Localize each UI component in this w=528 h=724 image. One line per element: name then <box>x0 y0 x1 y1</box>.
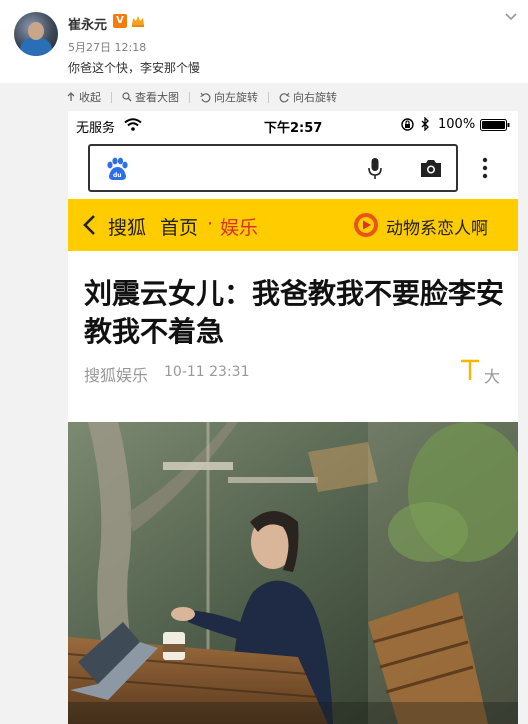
nav-sohu-link[interactable]: 搜狐 <box>108 213 146 240</box>
collapse-icon <box>67 92 75 101</box>
battery-icon <box>480 119 510 131</box>
rotate-right-icon <box>279 92 290 102</box>
nav-home-link[interactable]: 首页 <box>160 213 198 240</box>
rotate-right-label: 向右旋转 <box>293 91 337 104</box>
article-photo[interactable] <box>68 422 518 724</box>
microphone-icon[interactable] <box>368 157 382 181</box>
username[interactable]: 崔永元 <box>68 14 107 33</box>
zoom-icon <box>122 92 132 102</box>
rotate-left-icon <box>200 92 211 102</box>
view-large-label: 查看大图 <box>135 91 179 104</box>
more-options-icon[interactable] <box>482 157 488 179</box>
post-timestamp[interactable]: 5月27日 12:18 <box>68 39 146 55</box>
avatar[interactable] <box>14 12 58 56</box>
post-image[interactable]: 无服务 下午2:57 100% du 搜狐 首页 · 娱乐 动物系恋人啊 刘震云… <box>68 111 518 724</box>
rotate-left-label: 向左旋转 <box>214 91 258 104</box>
divider <box>189 91 190 103</box>
nav-channel[interactable]: 娱乐 <box>220 213 258 240</box>
verified-badge: V <box>113 14 127 28</box>
sohu-nav-bar: 搜狐 首页 · 娱乐 动物系恋人啊 <box>68 199 518 251</box>
crown-icon <box>132 16 144 27</box>
status-time: 下午2:57 <box>264 121 323 136</box>
post-text: 你爸这个快，李安那个慢 <box>68 61 201 75</box>
rotate-right-button[interactable]: 向右旋转 <box>279 89 337 105</box>
battery-percent: 100% <box>438 117 476 132</box>
article-time: 10-11 23:31 <box>164 364 250 380</box>
font-size-label[interactable]: 大 <box>484 363 500 387</box>
article-source[interactable]: 搜狐娱乐 <box>84 362 148 386</box>
collapse-label: 收起 <box>79 91 101 104</box>
carrier-text: 无服务 <box>76 121 116 136</box>
chevron-down-icon[interactable] <box>504 12 518 22</box>
font-size-icon[interactable] <box>460 359 480 381</box>
play-circle-icon[interactable] <box>353 212 379 238</box>
divider <box>268 91 269 103</box>
view-large-button[interactable]: 查看大图 <box>122 89 179 105</box>
media-toolbar: 收起 查看大图 向左旋转 向右旋转 <box>66 89 347 105</box>
article-title: 刘震云女儿：我爸教我不要脸李安教我不着急 <box>84 277 505 348</box>
collapse-button[interactable]: 收起 <box>66 89 101 105</box>
svg-text:du: du <box>113 172 122 179</box>
status-bar: 无服务 下午2:57 100% <box>68 111 518 139</box>
search-bar[interactable]: du <box>88 144 458 192</box>
media-area: 收起 查看大图 向左旋转 向右旋转 无服务 下午2:57 100% du 搜狐 … <box>0 83 528 724</box>
rotation-lock-icon <box>401 118 414 131</box>
rotate-left-button[interactable]: 向左旋转 <box>200 89 258 105</box>
camera-icon[interactable] <box>420 158 442 178</box>
nav-separator: · <box>207 213 214 235</box>
post-header: 崔永元 V 5月27日 12:18 你爸这个快，李安那个慢 <box>0 0 528 83</box>
wifi-icon <box>124 118 142 131</box>
back-arrow-icon[interactable] <box>82 214 96 236</box>
baidu-paw-icon: du <box>107 157 128 180</box>
divider <box>111 91 112 103</box>
bluetooth-icon <box>421 117 429 131</box>
nav-promo-link[interactable]: 动物系恋人啊 <box>386 214 488 239</box>
